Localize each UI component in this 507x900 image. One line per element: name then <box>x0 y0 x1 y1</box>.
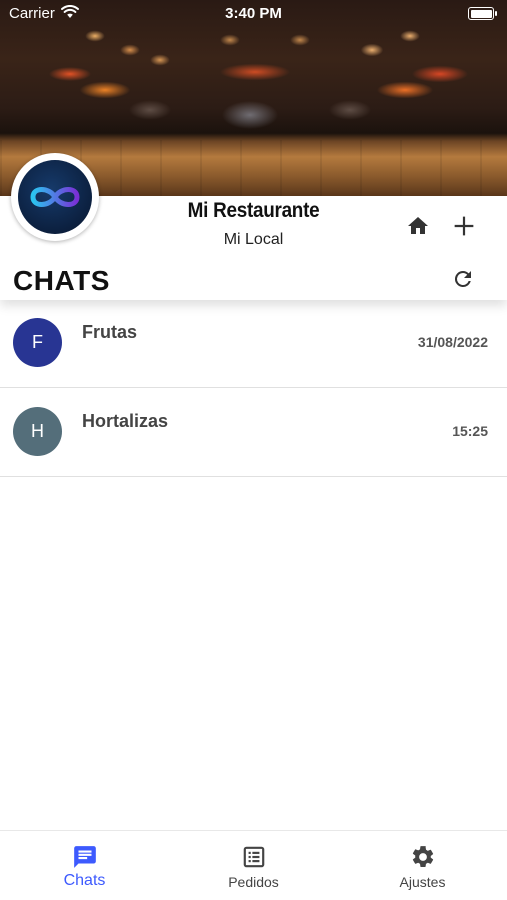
restaurant-name: Mi Restaurante <box>187 199 320 222</box>
clock: 3:40 PM <box>225 5 282 22</box>
home-icon <box>408 217 428 234</box>
nav-tab-chats[interactable]: Chats <box>0 831 169 900</box>
chat-timestamp: 15:25 <box>452 423 488 439</box>
battery-icon <box>468 7 497 20</box>
list-icon <box>169 844 338 870</box>
plus-icon <box>454 216 474 236</box>
bottom-navigation: Chats Pedidos Ajustes <box>0 830 507 900</box>
nav-tab-pedidos[interactable]: Pedidos <box>169 831 338 900</box>
gear-icon <box>338 844 507 870</box>
chat-list-item[interactable]: H Hortalizas 15:25 <box>0 389 507 477</box>
nav-tab-label: Ajustes <box>399 874 446 890</box>
infinity-logo-icon <box>18 160 92 234</box>
add-button[interactable] <box>449 211 479 241</box>
nav-tab-label: Chats <box>63 872 106 889</box>
chat-name: Frutas <box>82 322 138 342</box>
chat-avatar: H <box>13 407 62 456</box>
status-bar: Carrier 3:40 PM <box>0 0 507 28</box>
refresh-button[interactable] <box>448 264 478 294</box>
chat-icon <box>0 844 169 870</box>
nav-tab-label: Pedidos <box>228 874 279 890</box>
chat-avatar-initial: F <box>32 332 43 352</box>
section-title: CHATS <box>13 265 110 296</box>
chat-name: Hortalizas <box>82 411 169 431</box>
restaurant-location: Mi Local <box>223 231 284 248</box>
nav-tab-ajustes[interactable]: Ajustes <box>338 831 507 900</box>
restaurant-logo[interactable] <box>11 153 99 241</box>
chat-avatar-initial: H <box>31 421 44 441</box>
chat-timestamp: 31/08/2022 <box>417 334 488 350</box>
home-button[interactable] <box>403 211 433 241</box>
refresh-icon <box>454 270 471 287</box>
chat-avatar: F <box>13 318 62 367</box>
chat-list-item[interactable]: F Frutas 31/08/2022 <box>0 300 507 388</box>
